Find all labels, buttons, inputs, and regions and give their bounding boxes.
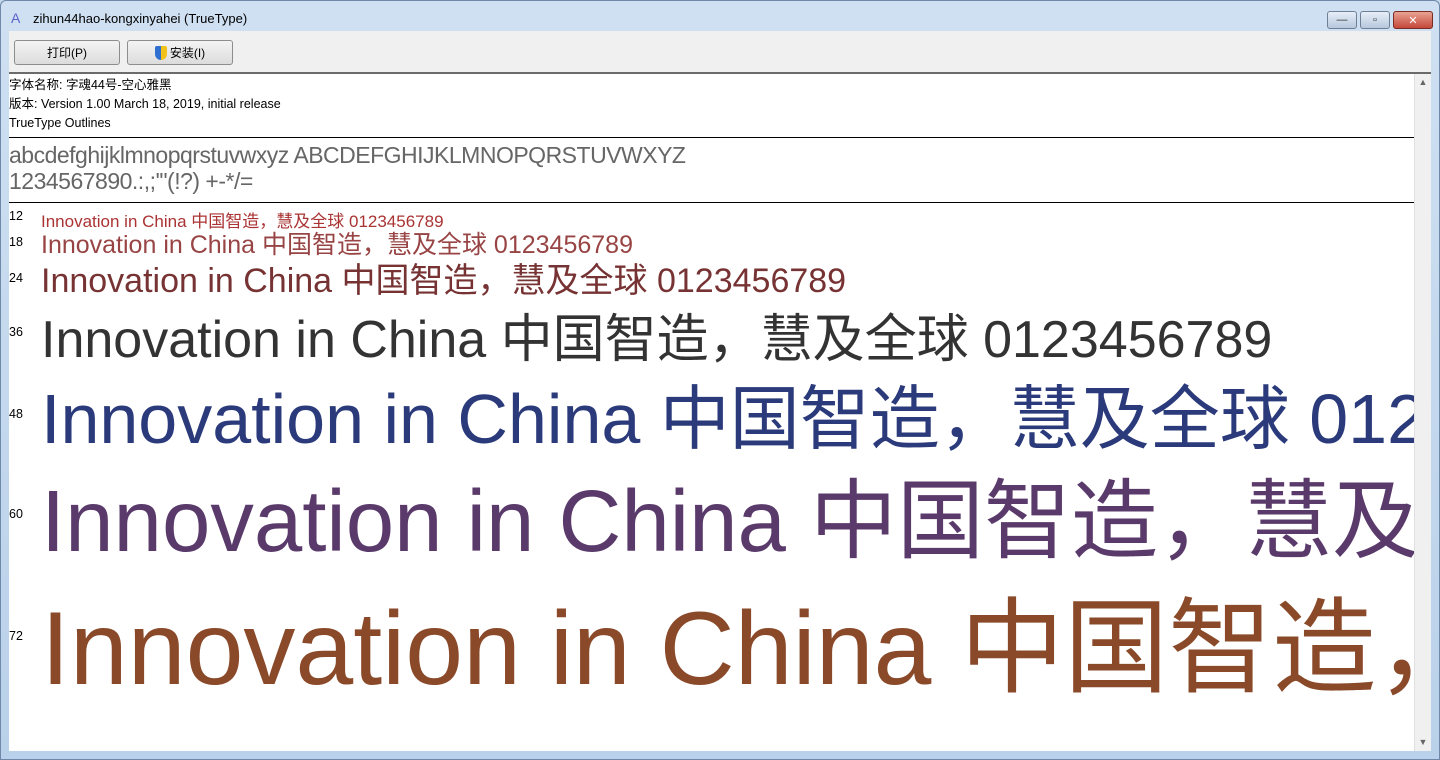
print-label: 打印(P) bbox=[47, 46, 87, 60]
install-label: 安装(I) bbox=[169, 46, 206, 60]
sample-text: Innovation in China 中国智造，慧及全球 0123456789 bbox=[41, 311, 1273, 369]
maximize-button[interactable]: ▫ bbox=[1360, 11, 1390, 29]
charset-symbols: 1234567890.:,;'"(!?) +-*/= bbox=[9, 168, 253, 194]
toolbar: 打印(P) 安装(I) bbox=[9, 31, 1431, 72]
sample-row: 72Innovation in China 中国智造，慧及全球 01234567… bbox=[9, 569, 1431, 707]
sample-text: Innovation in China 中国智造，慧及全球 0123456789 bbox=[41, 473, 1431, 570]
divider bbox=[9, 202, 1415, 203]
sample-text: Innovation in China 中国智造，慧及全球 0123456789 bbox=[41, 380, 1431, 458]
minimize-button[interactable]: — bbox=[1327, 11, 1357, 29]
vertical-scrollbar[interactable]: ▲ ▼ bbox=[1414, 74, 1431, 751]
font-version: 版本: Version 1.00 March 18, 2019, initial… bbox=[9, 97, 281, 111]
title-bar: A zihun44hao-kongxinyahei (TrueType) bbox=[1, 1, 1439, 35]
scroll-down-arrow-icon[interactable]: ▼ bbox=[1415, 734, 1431, 751]
font-preview-area: 字体名称: 字魂44号-空心雅黑 版本: Version 1.00 March … bbox=[9, 72, 1431, 751]
print-button[interactable]: 打印(P) bbox=[14, 40, 120, 65]
font-name: 字体名称: 字魂44号-空心雅黑 bbox=[9, 78, 172, 92]
uac-shield-icon bbox=[154, 45, 167, 60]
close-button[interactable]: ✕ bbox=[1393, 11, 1433, 29]
sample-row: 60Innovation in China 中国智造，慧及全球 01234567… bbox=[9, 459, 1431, 570]
font-viewer-window: A zihun44hao-kongxinyahei (TrueType) — ▫… bbox=[0, 0, 1440, 760]
sample-row: 48Innovation in China 中国智造，慧及全球 01234567… bbox=[9, 369, 1431, 459]
sample-row: 36 Innovation in China 中国智造，慧及全球 01234567… bbox=[9, 303, 1431, 369]
window-title: zihun44hao-kongxinyahei (TrueType) bbox=[33, 10, 248, 26]
sample-text: Innovation in China 中国智造，慧及全球 0123456789 bbox=[41, 591, 1431, 707]
install-button[interactable]: 安装(I) bbox=[127, 40, 233, 65]
sample-text: Innovation in China 中国智造，慧及全球 0123456789 bbox=[41, 262, 847, 300]
charset-letters: abcdefghijklmnopqrstuvwxyz ABCDEFGHIJKLM… bbox=[9, 142, 686, 168]
scroll-up-arrow-icon[interactable]: ▲ bbox=[1415, 74, 1431, 91]
outline-type: TrueType Outlines bbox=[9, 116, 111, 130]
font-app-icon: A bbox=[11, 10, 21, 26]
